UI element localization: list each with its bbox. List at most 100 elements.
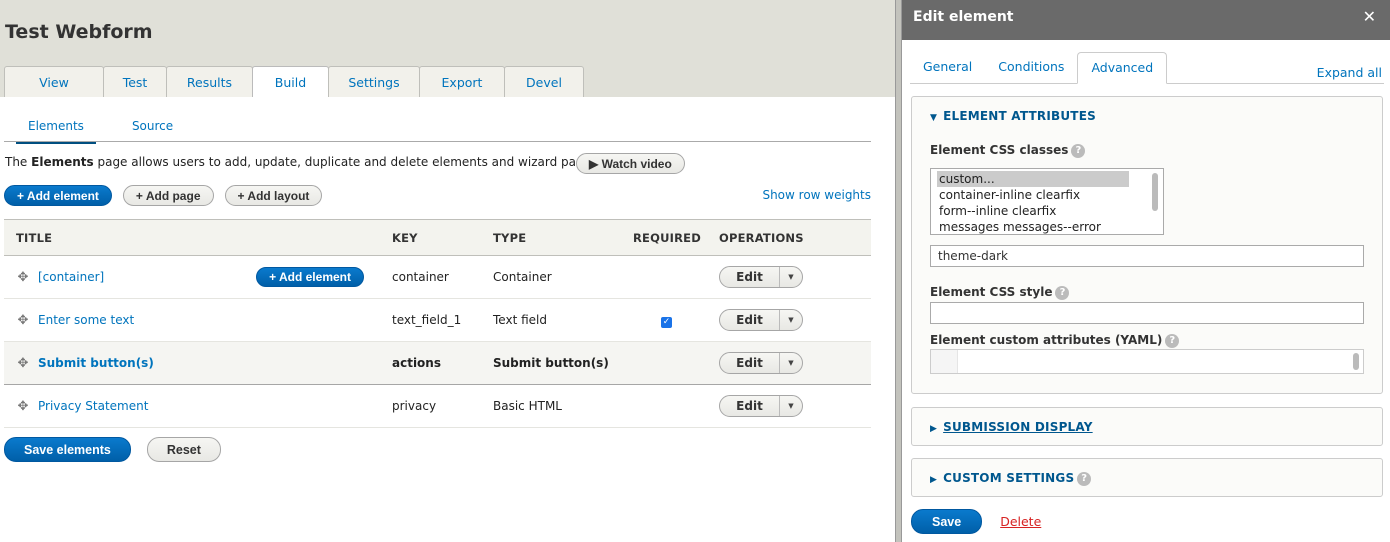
edit-button[interactable]: Edit xyxy=(720,267,780,287)
tab-general[interactable]: General xyxy=(910,52,985,83)
column-key: KEY xyxy=(380,219,481,256)
tab-build[interactable]: Build xyxy=(252,66,329,97)
submission-display-fieldset: ▶ SUBMISSION DISPLAY xyxy=(911,407,1383,446)
table-header: TITLE KEY TYPE REQUIRED OPERATIONS xyxy=(4,219,871,256)
reset-button[interactable]: Reset xyxy=(146,437,221,462)
add-element-button[interactable]: + Add element xyxy=(4,185,112,206)
tab-view[interactable]: View xyxy=(4,66,104,97)
drag-handle-icon[interactable]: ✥ xyxy=(16,356,30,371)
page-title: Test Webform xyxy=(5,21,153,43)
show-row-weights-link[interactable]: Show row weights xyxy=(762,188,871,202)
element-key: actions xyxy=(380,341,481,385)
element-key: text_field_1 xyxy=(380,298,481,342)
triangle-right-icon: ▶ xyxy=(930,475,938,485)
add-page-button[interactable]: + Add page xyxy=(122,185,214,206)
add-buttons: + Add element + Add page + Add layout xyxy=(4,185,323,206)
subtab-source[interactable]: Source xyxy=(108,110,197,142)
element-type: Basic HTML xyxy=(481,384,621,428)
dropdown-caret-icon[interactable]: ▼ xyxy=(780,396,802,416)
element-title-link[interactable]: Privacy Statement xyxy=(38,399,148,413)
table-row: ✥ Privacy Statement privacy Basic HTML Ed… xyxy=(4,384,871,428)
css-style-input[interactable] xyxy=(930,302,1364,324)
page-header: Test Webform View Test Results Build Set… xyxy=(0,0,895,97)
table-row: ✥ [container] + Add element container Con… xyxy=(4,255,871,299)
secondary-tabs: Elements Source xyxy=(4,110,871,144)
column-operations: OPERATIONS xyxy=(707,219,871,256)
element-required xyxy=(621,384,707,428)
panel-resize-handle[interactable] xyxy=(895,0,902,542)
edit-button[interactable]: Edit xyxy=(720,310,780,330)
element-key: privacy xyxy=(380,384,481,428)
element-attributes-toggle[interactable]: ▼ ELEMENT ATTRIBUTES xyxy=(930,109,1096,123)
tab-devel[interactable]: Devel xyxy=(504,66,584,97)
css-classes-label: Element CSS classes? xyxy=(930,143,1086,158)
drag-handle-icon[interactable]: ✥ xyxy=(16,313,30,328)
save-button[interactable]: Save xyxy=(911,509,983,534)
editor-scrollbar[interactable] xyxy=(1353,353,1359,370)
save-elements-button[interactable]: Save elements xyxy=(4,437,131,462)
table-row: ✥ Enter some text text_field_1 Text field… xyxy=(4,298,871,342)
primary-tabs: View Test Results Build Settings Export … xyxy=(4,66,584,97)
tab-test[interactable]: Test xyxy=(103,66,167,97)
custom-settings-toggle[interactable]: ▶ CUSTOM SETTINGS? xyxy=(930,471,1092,486)
edit-button[interactable]: Edit xyxy=(720,396,780,416)
dropdown-caret-icon[interactable]: ▼ xyxy=(780,267,802,287)
drag-handle-icon[interactable]: ✥ xyxy=(16,270,30,285)
element-title-link[interactable]: Submit button(s) xyxy=(38,356,154,370)
help-icon[interactable]: ? xyxy=(1165,333,1180,348)
add-layout-button[interactable]: + Add layout xyxy=(224,185,323,206)
submission-display-toggle[interactable]: ▶ SUBMISSION DISPLAY xyxy=(930,420,1093,434)
drag-handle-icon[interactable]: ✥ xyxy=(16,399,30,414)
dialog-tabs: General Conditions Advanced xyxy=(910,52,1384,84)
tab-advanced[interactable]: Advanced xyxy=(1077,52,1168,84)
column-type: TYPE xyxy=(481,219,621,256)
css-class-option[interactable]: form--inline clearfix xyxy=(937,203,1129,219)
edit-button[interactable]: Edit xyxy=(720,353,780,373)
element-type: Text field xyxy=(481,298,621,342)
element-title-link[interactable]: Enter some text xyxy=(38,313,134,327)
custom-css-class-input[interactable]: theme-dark xyxy=(930,245,1364,267)
help-icon[interactable]: ? xyxy=(1071,143,1086,158)
dropdown-caret-icon[interactable]: ▼ xyxy=(780,310,802,330)
dialog-title: Edit element xyxy=(913,9,1014,25)
element-required xyxy=(621,341,707,385)
custom-attributes-label: Element custom attributes (YAML)? xyxy=(930,333,1180,348)
css-class-option[interactable]: messages messages--error xyxy=(937,219,1129,234)
tab-results[interactable]: Results xyxy=(166,66,253,97)
css-class-option[interactable]: custom... xyxy=(937,171,1129,187)
element-required xyxy=(621,255,707,299)
editor-gutter xyxy=(931,350,958,373)
table-row: ✥ Submit button(s) actions Submit button(… xyxy=(4,341,871,385)
tab-settings[interactable]: Settings xyxy=(328,66,420,97)
dropdown-caret-icon[interactable]: ▼ xyxy=(780,353,802,373)
subtab-elements[interactable]: Elements xyxy=(4,110,108,144)
css-classes-select[interactable]: custom... container-inline clearfix form… xyxy=(930,168,1164,235)
form-actions: Save elements Reset xyxy=(4,437,221,462)
help-icon[interactable]: ? xyxy=(1055,285,1070,300)
select-scrollbar[interactable] xyxy=(1152,173,1158,211)
css-style-label: Element CSS style? xyxy=(930,285,1070,300)
column-required: REQUIRED xyxy=(621,219,707,256)
custom-attributes-yaml-editor[interactable] xyxy=(930,349,1364,374)
css-class-option[interactable]: container-inline clearfix xyxy=(937,187,1129,203)
element-title-link[interactable]: [container] xyxy=(38,270,104,284)
page-description: The Elements page allows users to add, u… xyxy=(5,155,602,169)
edit-element-dialog: Edit element ✕ General Conditions Advanc… xyxy=(902,0,1390,542)
operations-dropbutton: Edit ▼ xyxy=(719,395,803,417)
expand-all-link[interactable]: Expand all xyxy=(1317,65,1382,80)
dialog-actions: Save Delete xyxy=(911,509,1041,534)
required-checkbox[interactable]: ✓ xyxy=(661,316,672,328)
operations-dropbutton: Edit ▼ xyxy=(719,266,803,288)
row-add-element-button[interactable]: + Add element xyxy=(256,267,364,287)
help-icon[interactable]: ? xyxy=(1077,471,1092,486)
operations-dropbutton: Edit ▼ xyxy=(719,309,803,331)
tab-conditions[interactable]: Conditions xyxy=(985,52,1077,83)
delete-link[interactable]: Delete xyxy=(1000,514,1041,529)
element-key: container xyxy=(380,255,481,299)
tab-export[interactable]: Export xyxy=(419,66,505,97)
close-icon[interactable]: ✕ xyxy=(1363,0,1376,34)
watch-video-button[interactable]: ▶ Watch video xyxy=(576,153,685,174)
custom-settings-fieldset: ▶ CUSTOM SETTINGS? xyxy=(911,458,1383,497)
webform-page: Test Webform View Test Results Build Set… xyxy=(0,0,895,542)
operations-dropbutton: Edit ▼ xyxy=(719,352,803,374)
